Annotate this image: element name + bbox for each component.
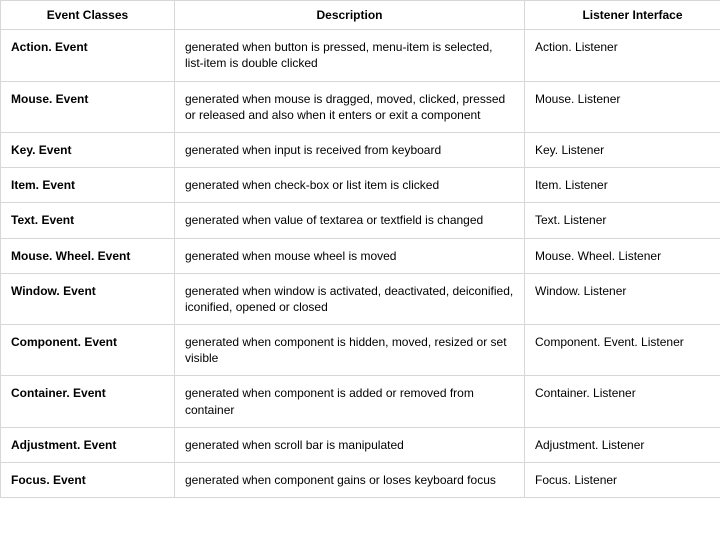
table-header-row: Event Classes Description Listener Inter… (1, 1, 720, 30)
header-listener-interface: Listener Interface (525, 1, 720, 30)
cell-listener: Focus. Listener (525, 463, 720, 498)
cell-listener: Window. Listener (525, 273, 720, 324)
cell-event: Text. Event (1, 203, 175, 238)
cell-event: Container. Event (1, 376, 175, 427)
cell-desc: generated when input is received from ke… (175, 132, 525, 167)
cell-listener: Adjustment. Listener (525, 427, 720, 462)
cell-listener: Mouse. Wheel. Listener (525, 238, 720, 273)
cell-listener: Mouse. Listener (525, 81, 720, 132)
header-description: Description (175, 1, 525, 30)
cell-event: Key. Event (1, 132, 175, 167)
cell-event: Item. Event (1, 168, 175, 203)
cell-listener: Action. Listener (525, 30, 720, 81)
table-row: Mouse. Event generated when mouse is dra… (1, 81, 720, 132)
header-event-classes: Event Classes (1, 1, 175, 30)
cell-event: Mouse. Event (1, 81, 175, 132)
cell-desc: generated when mouse wheel is moved (175, 238, 525, 273)
table-row: Component. Event generated when componen… (1, 325, 720, 376)
events-table: Event Classes Description Listener Inter… (0, 0, 720, 498)
cell-listener: Container. Listener (525, 376, 720, 427)
table-row: Container. Event generated when componen… (1, 376, 720, 427)
cell-listener: Key. Listener (525, 132, 720, 167)
cell-event: Mouse. Wheel. Event (1, 238, 175, 273)
table-row: Focus. Event generated when component ga… (1, 463, 720, 498)
cell-desc: generated when button is pressed, menu-i… (175, 30, 525, 81)
cell-desc: generated when mouse is dragged, moved, … (175, 81, 525, 132)
cell-event: Adjustment. Event (1, 427, 175, 462)
table-row: Text. Event generated when value of text… (1, 203, 720, 238)
cell-desc: generated when component is added or rem… (175, 376, 525, 427)
cell-listener: Text. Listener (525, 203, 720, 238)
cell-desc: generated when component gains or loses … (175, 463, 525, 498)
cell-desc: generated when check-box or list item is… (175, 168, 525, 203)
table-row: Window. Event generated when window is a… (1, 273, 720, 324)
table-row: Key. Event generated when input is recei… (1, 132, 720, 167)
cell-event: Action. Event (1, 30, 175, 81)
table-row: Adjustment. Event generated when scroll … (1, 427, 720, 462)
cell-event: Focus. Event (1, 463, 175, 498)
table-row: Item. Event generated when check-box or … (1, 168, 720, 203)
cell-desc: generated when component is hidden, move… (175, 325, 525, 376)
table-row: Mouse. Wheel. Event generated when mouse… (1, 238, 720, 273)
cell-listener: Item. Listener (525, 168, 720, 203)
table-row: Action. Event generated when button is p… (1, 30, 720, 81)
cell-event: Window. Event (1, 273, 175, 324)
cell-event: Component. Event (1, 325, 175, 376)
table-body: Action. Event generated when button is p… (1, 30, 720, 498)
cell-desc: generated when value of textarea or text… (175, 203, 525, 238)
cell-desc: generated when window is activated, deac… (175, 273, 525, 324)
cell-desc: generated when scroll bar is manipulated (175, 427, 525, 462)
cell-listener: Component. Event. Listener (525, 325, 720, 376)
